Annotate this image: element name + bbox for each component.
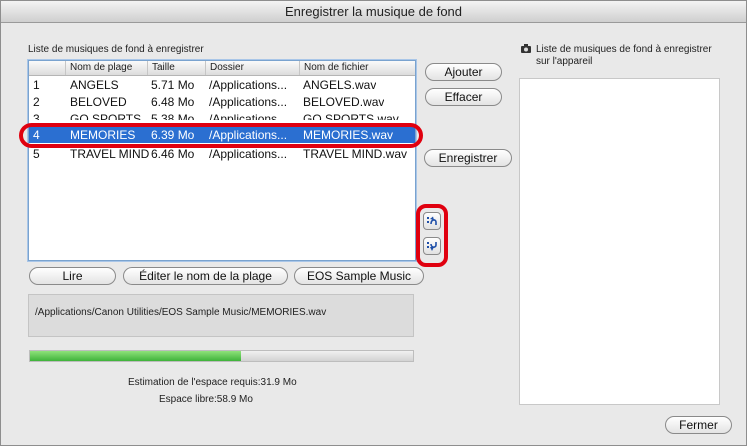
camera-icon [521,44,531,53]
required-space-text: Estimation de l'espace requis:31.9 Mo [128,377,297,388]
track-size: 5.38 Mo [151,112,195,120]
eos-sample-music-button[interactable]: EOS Sample Music [294,267,424,285]
music-list-label: Liste de musiques de fond à enregistrer [28,44,204,55]
list-item[interactable]: 1 ANGELS 5.71 Mo /Applications... ANGELS… [29,78,415,93]
file-path: /Applications/Canon Utilities/EOS Sample… [35,307,327,318]
space-usage-fill [30,351,241,361]
music-list[interactable]: Nom de plage Taille Dossier Nom de fichi… [28,60,416,261]
add-button[interactable]: Ajouter [425,63,502,81]
file-path-box: /Applications/Canon Utilities/EOS Sample… [28,294,414,337]
space-usage-bar [29,350,414,362]
play-button[interactable]: Lire [29,267,116,285]
list-item[interactable]: 2 BELOVED 6.48 Mo /Applications... BELOV… [29,95,415,110]
track-size: 6.46 Mo [151,147,195,161]
track-number: 2 [33,95,40,109]
track-name: ANGELS [70,78,119,92]
track-filename: ANGELS.wav [303,78,377,92]
track-number: 5 [33,147,40,161]
column-header-folder[interactable]: Dossier [205,61,299,75]
device-music-list[interactable] [519,78,720,405]
track-folder: /Applications... [209,112,288,120]
edit-track-name-button[interactable]: Éditer le nom de la plage [123,267,288,285]
column-header-filename[interactable]: Nom de fichier [299,61,415,75]
track-name: BELOVED [70,95,127,109]
move-up-button[interactable] [423,212,441,230]
device-list-label-line1: Liste de musiques de fond à enregistrer [536,44,712,55]
column-header-size[interactable]: Taille [147,61,205,75]
column-header-track-name[interactable]: Nom de plage [65,61,147,75]
move-down-icon [427,242,437,251]
track-filename: TRAVEL MIND.wav [303,147,408,161]
track-folder: /Applications... [209,95,288,109]
track-name: TRAVEL MIND [70,147,150,161]
move-down-button[interactable] [423,237,441,255]
window-title: Enregistrer la musique de fond [1,1,746,23]
track-name: GO SPORTS [70,112,142,120]
save-button[interactable]: Enregistrer [424,149,512,167]
track-filename: BELOVED.wav [303,95,385,109]
track-number: 1 [33,78,40,92]
list-item[interactable]: 3 GO SPORTS 5.38 Mo /Applications... GO … [29,112,415,120]
column-header-number[interactable] [29,61,65,75]
track-folder: /Applications... [209,147,288,161]
move-up-icon [427,216,437,225]
free-space-text: Espace libre:58.9 Mo [159,394,253,405]
track-number: 3 [33,112,40,120]
device-list-label-line2: sur l'appareil [536,56,593,67]
dialog-window: Enregistrer la musique de fond Liste de … [0,0,747,446]
track-filename: GO SPORTS.wav [303,112,399,120]
track-folder: /Applications... [209,78,288,92]
list-header: Nom de plage Taille Dossier Nom de fichi… [29,61,415,76]
track-size: 5.71 Mo [151,78,195,92]
close-button[interactable]: Fermer [665,416,732,434]
list-item[interactable]: 5 TRAVEL MIND 6.46 Mo /Applications... T… [29,147,415,162]
track-size: 6.48 Mo [151,95,195,109]
delete-button[interactable]: Effacer [425,88,502,106]
selected-row-highlight [19,123,423,148]
